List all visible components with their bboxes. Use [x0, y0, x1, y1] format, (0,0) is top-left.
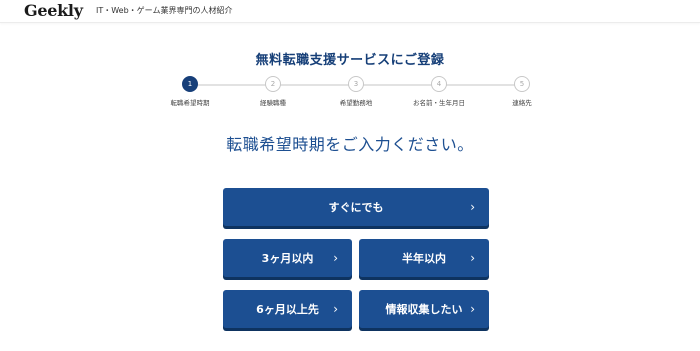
option-label: 半年以内	[402, 252, 446, 265]
option-asap-button[interactable]: すぐにでも ›	[223, 188, 489, 226]
step-2: 2 経験職種	[233, 76, 313, 107]
step-number: 4	[431, 76, 447, 92]
option-info-gathering-button[interactable]: 情報収集したい ›	[359, 290, 489, 328]
step-label: 経験職種	[260, 99, 286, 107]
step-label: お名前・生年月日	[413, 99, 465, 107]
option-label: 3ヶ月以内	[261, 252, 314, 265]
chevron-right-icon: ›	[333, 302, 338, 316]
step-1: 1 転職希望時期	[150, 76, 230, 107]
step-number: 2	[265, 76, 281, 92]
chevron-right-icon: ›	[333, 251, 338, 265]
step-label: 連絡先	[512, 99, 532, 107]
option-over-6-months-button[interactable]: 6ヶ月以上先 ›	[223, 290, 352, 328]
step-label: 転職希望時期	[170, 99, 210, 107]
header-tagline: IT・Web・ゲーム業界専門の人材紹介	[96, 6, 233, 15]
question-heading: 転職希望時期をご入力ください。	[226, 135, 474, 154]
step-label: 希望勤務地	[339, 99, 373, 107]
progress-steps: 1 転職希望時期 2 経験職種 3 希望勤務地 4 お名前・生年月日 5 連絡先	[0, 76, 700, 116]
step-4: 4 お名前・生年月日	[399, 76, 479, 107]
option-3-months-button[interactable]: 3ヶ月以内 ›	[223, 239, 352, 277]
option-6-months-button[interactable]: 半年以内 ›	[359, 239, 489, 277]
step-number: 5	[514, 76, 530, 92]
step-5: 5 連絡先	[482, 76, 562, 107]
option-label: 情報収集したい	[385, 303, 463, 316]
site-header: Geekly IT・Web・ゲーム業界専門の人材紹介	[0, 0, 700, 23]
step-3: 3 希望勤務地	[316, 76, 396, 107]
chevron-right-icon: ›	[470, 251, 475, 265]
geekly-logo[interactable]: Geekly	[24, 1, 83, 20]
chevron-right-icon: ›	[470, 302, 475, 316]
chevron-right-icon: ›	[470, 200, 475, 214]
option-label: すぐにでも	[328, 201, 384, 214]
option-label: 6ヶ月以上先	[256, 303, 319, 316]
step-number: 1	[182, 76, 198, 92]
form-title: 無料転職支援サービスにご登録	[255, 53, 445, 68]
step-number: 3	[348, 76, 364, 92]
